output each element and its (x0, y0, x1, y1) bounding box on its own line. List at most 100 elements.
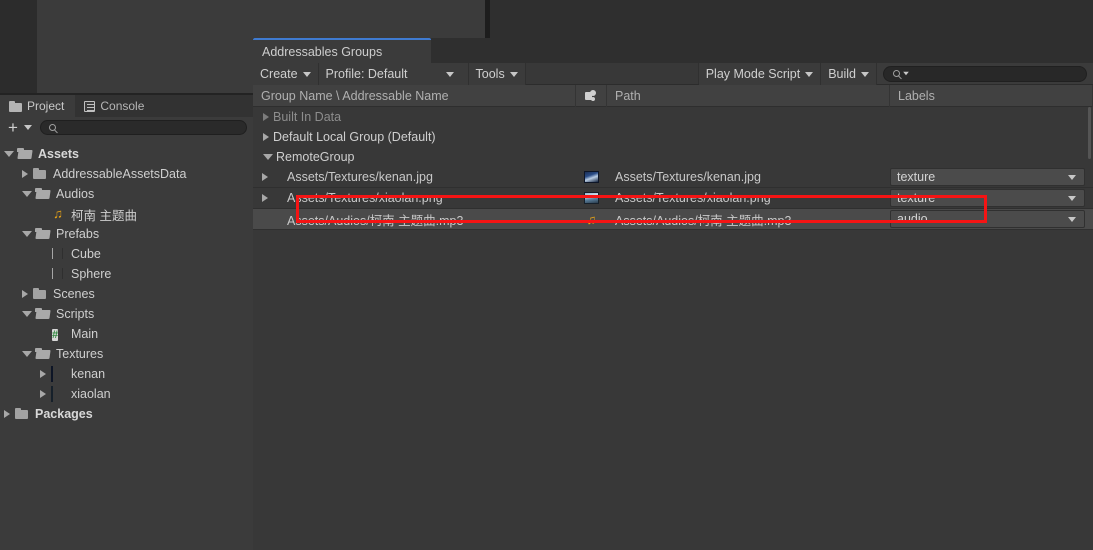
project-toolbar: + (0, 117, 253, 138)
project-tree-item[interactable]: Prefabs (0, 224, 253, 244)
addressables-group-row[interactable]: Built In Data (253, 107, 1093, 127)
entry-expand-arrow[interactable] (253, 173, 277, 181)
folder-open-icon (17, 147, 33, 161)
row-separator (253, 229, 1093, 230)
project-tree-item[interactable]: AddressableAssetsData (0, 164, 253, 184)
addressables-column-headers: Group Name \ Addressable Name Path Label… (253, 84, 1093, 107)
project-tree-item[interactable]: # Main (0, 324, 253, 344)
collapse-arrow-icon[interactable] (263, 113, 269, 121)
project-tree-item-label: Packages (35, 407, 93, 421)
tab-console[interactable]: Console (75, 95, 155, 117)
project-tree-item[interactable]: xiaolan (0, 384, 253, 404)
project-tree-item[interactable]: Textures (0, 344, 253, 364)
entry-asset-path: Assets/Textures/xiaolan.png (615, 191, 771, 205)
collapse-arrow-icon[interactable] (40, 390, 46, 398)
project-tree-item[interactable]: kenan (0, 364, 253, 384)
project-tree-item-label: Assets (38, 147, 79, 161)
chevron-down-icon[interactable] (24, 125, 32, 130)
tab-addressables-groups[interactable]: Addressables Groups (253, 38, 431, 63)
collapse-arrow-icon[interactable] (22, 290, 28, 298)
project-tree-item[interactable]: Cube (0, 244, 253, 264)
tab-addressables-groups-label: Addressables Groups (262, 44, 383, 59)
project-tree-item[interactable]: Sphere (0, 264, 253, 284)
create-menu-button[interactable]: Create (253, 63, 319, 85)
addressables-entry-row[interactable]: Assets/Textures/kenan.jpg Assets/Textures… (253, 167, 1093, 187)
column-header-labels-label: Labels (898, 88, 935, 103)
entry-label-dropdown[interactable]: texture (890, 189, 1085, 207)
play-mode-script-button[interactable]: Play Mode Script (698, 63, 822, 85)
collapse-arrow-icon[interactable] (262, 194, 268, 202)
entry-addressable-name: Assets/Textures/kenan.jpg (287, 170, 433, 184)
entry-label-dropdown[interactable]: audio (890, 210, 1085, 228)
project-tree-item[interactable]: Packages (0, 404, 253, 424)
project-asset-tree: Assets AddressableAssetsData Audios ♫ 柯南 主题曲… (0, 138, 253, 424)
folder-closed-icon (32, 167, 48, 181)
expand-arrow-icon[interactable] (22, 231, 32, 237)
vertical-scrollbar[interactable] (1088, 107, 1091, 159)
addressables-groups-window: Addressables Groups Create Profile: Defa… (253, 38, 1093, 550)
tab-console-label: Console (100, 99, 145, 113)
project-tree-item[interactable]: Scripts (0, 304, 253, 324)
column-header-labels[interactable]: Labels (890, 84, 1093, 107)
music-note-icon: ♫ (53, 206, 63, 221)
add-asset-button[interactable]: + (4, 119, 22, 136)
project-tree-item-label: Main (71, 327, 99, 341)
project-search-input[interactable] (40, 120, 247, 135)
entry-label-value: audio (897, 212, 928, 226)
project-tree-item[interactable]: Scenes (0, 284, 253, 304)
addressables-group-label: Built In Data (273, 110, 342, 124)
texture-thumbnail-icon (584, 171, 599, 183)
project-tree-item[interactable]: ♫ 柯南 主题曲 (0, 204, 253, 224)
project-tree-item[interactable]: Audios (0, 184, 253, 204)
addressables-entry-row[interactable]: Assets/Audios/柯南 主题曲.mp3 ♫ Assets/Audios/柯… (253, 209, 1093, 229)
column-header-group-name[interactable]: Group Name \ Addressable Name (253, 84, 576, 107)
addressables-tabstrip: Addressables Groups (253, 38, 1093, 63)
entry-asset-icon: ♫ (576, 212, 607, 227)
entry-expand-arrow[interactable] (253, 194, 277, 202)
expand-arrow-icon[interactable] (263, 154, 273, 160)
addressables-group-label: RemoteGroup (276, 150, 355, 164)
chevron-down-icon (1068, 174, 1076, 180)
project-tree-item-label: Cube (71, 247, 101, 261)
expand-arrow-icon[interactable] (22, 191, 32, 197)
entry-label-dropdown[interactable]: texture (890, 168, 1085, 186)
profile-menu-button[interactable]: Profile: Default (318, 63, 469, 85)
project-tree-item[interactable]: Assets (0, 144, 253, 164)
addressables-group-row[interactable]: Default Local Group (Default) (253, 127, 1093, 147)
tools-menu-button[interactable]: Tools (468, 63, 526, 85)
collapse-arrow-icon[interactable] (22, 170, 28, 178)
chevron-down-icon (302, 71, 311, 77)
addressables-rows: Built In Data Default Local Group (Defaul… (253, 107, 1093, 230)
project-tree-item-label: Sphere (71, 267, 112, 281)
column-header-icon[interactable] (576, 84, 607, 107)
folder-closed-icon (14, 407, 30, 421)
editor-upper-right-panel (490, 0, 1093, 40)
collapse-arrow-icon[interactable] (4, 410, 10, 418)
collapse-arrow-icon[interactable] (263, 133, 269, 141)
addressables-search-input[interactable] (883, 65, 1087, 82)
project-panel-tabs: Project Console (0, 95, 253, 117)
project-tree-item-label: Scripts (56, 307, 95, 321)
tab-project[interactable]: Project (0, 95, 76, 117)
expand-arrow-icon[interactable] (22, 311, 32, 317)
project-tree-item-label: kenan (71, 367, 106, 381)
addressables-search-wrap (877, 63, 1093, 84)
column-header-path[interactable]: Path (607, 84, 890, 107)
texture-thumbnail-icon (584, 192, 599, 204)
addressables-entry-row[interactable]: Assets/Textures/xiaolan.png Assets/Textur… (253, 188, 1093, 208)
addressables-group-row[interactable]: RemoteGroup (253, 147, 1093, 167)
project-tree-item-label: Textures (56, 347, 104, 361)
texture-thumbnail-icon (51, 386, 53, 402)
editor-left-gutter (0, 0, 37, 95)
folder-open-icon (35, 187, 51, 201)
collapse-arrow-icon[interactable] (40, 370, 46, 378)
expand-arrow-icon[interactable] (4, 151, 14, 157)
collapse-arrow-icon[interactable] (262, 173, 268, 181)
expand-arrow-icon[interactable] (22, 351, 32, 357)
folder-open-icon (35, 347, 51, 361)
build-menu-button[interactable]: Build (821, 63, 877, 85)
folder-closed-icon (32, 287, 48, 301)
chevron-down-icon (861, 71, 869, 77)
shape-icon (584, 89, 598, 102)
texture-thumbnail-icon (51, 366, 53, 382)
